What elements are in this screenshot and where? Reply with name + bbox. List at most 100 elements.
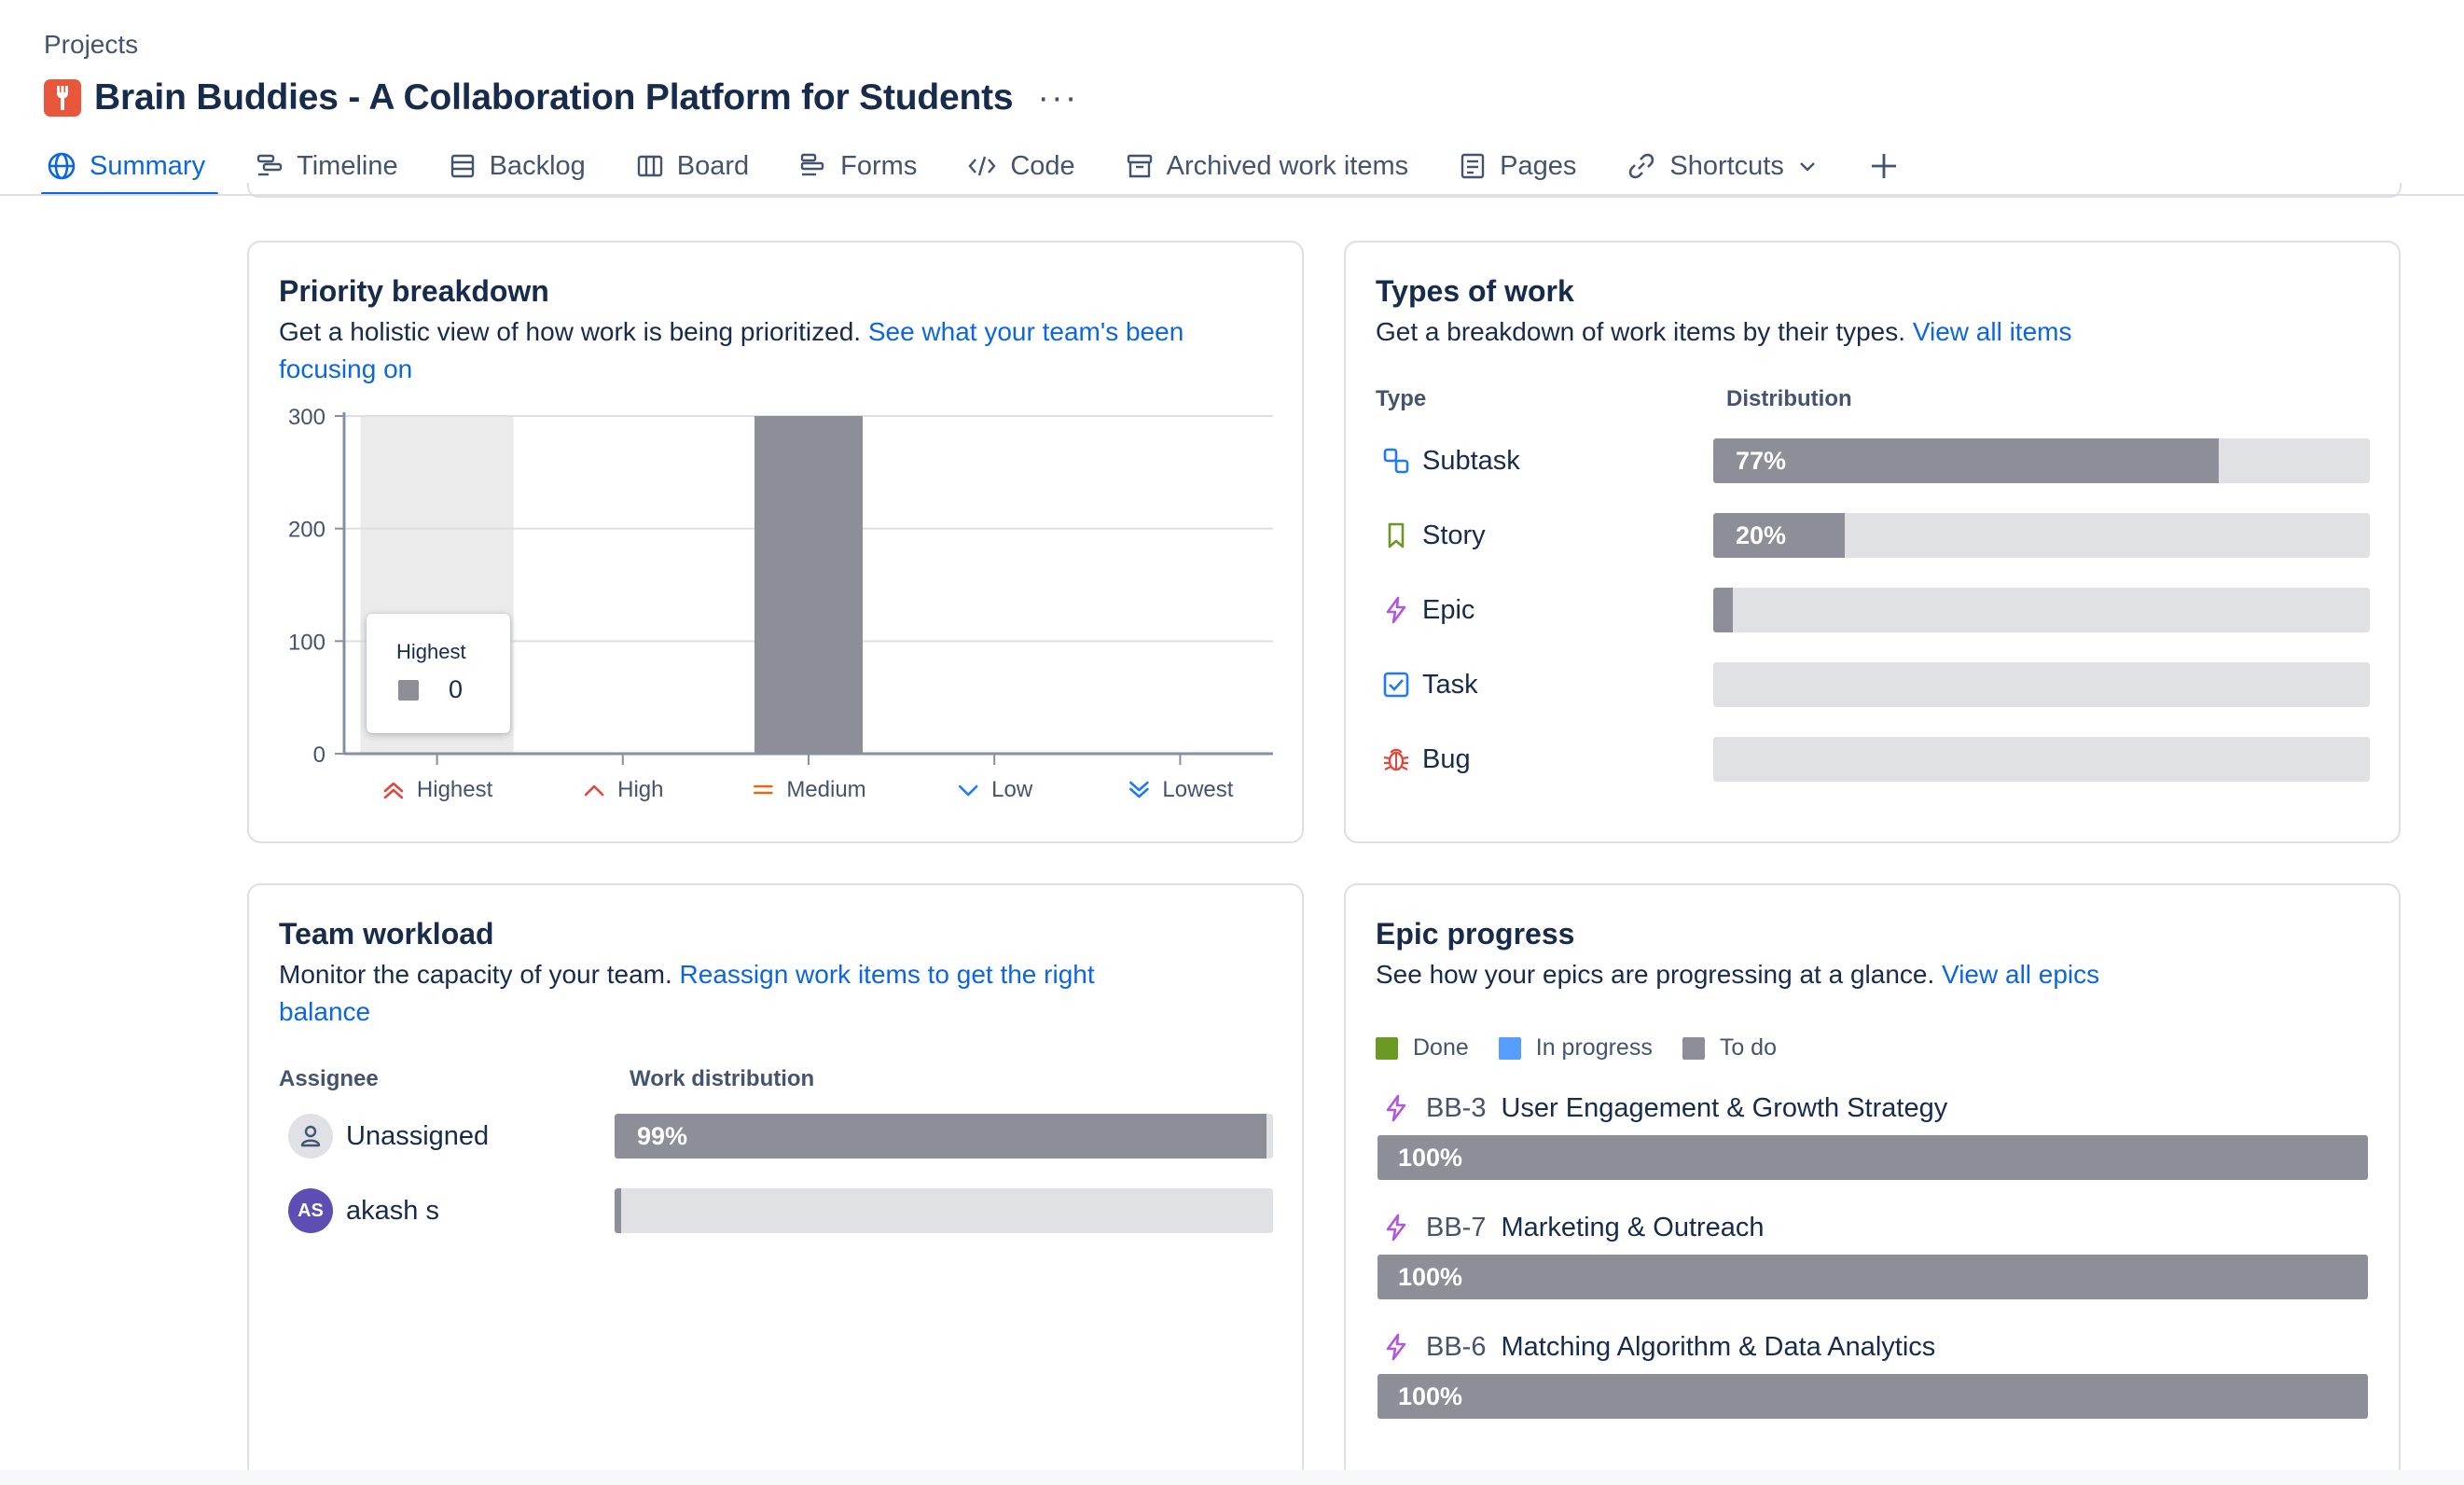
card-description: See how your epics are progressing at a …	[1376, 956, 2099, 993]
distribution-bar-story[interactable]: 20%	[1713, 513, 2370, 558]
priority-bar-chart: 0 100 200 300 Highest High Medium Low Lowest	[288, 405, 1273, 802]
assignee-name: akash s	[346, 1195, 439, 1226]
project-avatar-icon[interactable]	[44, 79, 81, 117]
epic-icon	[1386, 596, 1406, 624]
epic-title[interactable]: User Engagement & Growth Strategy	[1501, 1093, 1947, 1124]
x-tick-label: Low	[991, 777, 1033, 802]
view-all-items-link[interactable]: View all items	[1913, 317, 2072, 346]
epic-progress-bar-bb-6[interactable]: 100%	[1377, 1374, 2368, 1419]
priority-breakdown-card: Priority breakdown Get a holistic view o…	[247, 241, 1304, 843]
epic-percent: 100%	[1398, 1144, 1463, 1172]
distribution-bar-subtask[interactable]: 77%	[1713, 438, 2370, 483]
type-row-task[interactable]: Task	[1381, 662, 1478, 707]
epic-row-bb-6[interactable]: BB-6 Matching Algorithm & Data Analytics	[1381, 1328, 1935, 1366]
card-title: Types of work	[1376, 274, 1574, 308]
timeline-icon	[256, 154, 283, 176]
tab-label: Pages	[1500, 150, 1577, 181]
epic-progress-bar-bb-3[interactable]: 100%	[1377, 1135, 2368, 1180]
assignee-row-unassigned[interactable]: Unassigned	[288, 1113, 489, 1159]
reassign-link-cont[interactable]: balance	[279, 997, 370, 1026]
type-row-bug[interactable]: Bug	[1381, 737, 1471, 782]
epic-icon	[1386, 1333, 1406, 1361]
epic-title[interactable]: Marketing & Outreach	[1501, 1213, 1764, 1243]
workload-percent: 99%	[637, 1122, 688, 1150]
distribution-bar-epic[interactable]	[1713, 588, 2370, 632]
y-tick-label: 100	[288, 630, 325, 655]
description-text: Get a breakdown of work items by their t…	[1376, 317, 1913, 346]
workload-fill	[615, 1188, 622, 1233]
type-label: Epic	[1422, 594, 1475, 625]
type-label: Subtask	[1422, 445, 1520, 476]
card-description: Get a breakdown of work items by their t…	[1376, 313, 2071, 351]
reassign-link[interactable]: Reassign work items to get the right	[680, 960, 1095, 989]
priority-icon-stroke	[958, 784, 978, 797]
x-tick-label: Medium	[786, 777, 865, 802]
bug-icon	[1383, 748, 1409, 771]
legend-to-do: To do	[1682, 1034, 1777, 1062]
priority-lowest-icon	[1129, 781, 1149, 798]
assignee-name: Unassigned	[346, 1120, 490, 1151]
tooltip-label: Highest	[396, 640, 466, 663]
type-label: Bug	[1422, 743, 1471, 774]
priority-low-icon	[958, 784, 978, 797]
column-header-work-distribution: Work distribution	[630, 1066, 815, 1091]
card-description: Monitor the capacity of your team. Reass…	[279, 956, 1286, 1031]
epic-icon	[1386, 1214, 1406, 1242]
type-row-subtask[interactable]: Subtask	[1381, 438, 1520, 483]
distribution-bar-bug[interactable]	[1713, 737, 2370, 782]
epic-key: BB-7	[1426, 1212, 1487, 1242]
y-tick-label: 300	[288, 405, 325, 430]
description-text: Monitor the capacity of your team.	[279, 960, 680, 989]
epic-title[interactable]: Matching Algorithm & Data Analytics	[1501, 1332, 1935, 1363]
distribution-percent: 20%	[1736, 521, 1787, 549]
epic-key: BB-6	[1426, 1331, 1487, 1362]
legend-label: In progress	[1535, 1034, 1653, 1061]
bar-medium	[754, 416, 863, 754]
type-row-story[interactable]: Story	[1381, 513, 1486, 558]
distribution-bar-task[interactable]	[1713, 662, 2370, 707]
epic-progress-card: Epic progress See how your epics are pro…	[1344, 883, 2401, 1480]
column-header-type: Type	[1376, 386, 1427, 411]
legend-in-progress: In progress	[1498, 1034, 1653, 1062]
globe-icon	[48, 152, 76, 180]
distribution-fill	[1713, 588, 1734, 632]
assignee-row-akash[interactable]: AS akash s	[288, 1187, 439, 1234]
forms-icon	[800, 153, 824, 176]
code-icon	[968, 156, 996, 176]
epic-percent: 100%	[1398, 1263, 1463, 1291]
column-header-distribution: Distribution	[1726, 386, 1852, 411]
pages-icon	[1460, 153, 1485, 179]
plus-icon	[1871, 154, 1896, 178]
tab-label: Backlog	[489, 150, 586, 181]
y-tick-label: 200	[288, 518, 325, 543]
project-title-row: Brain Buddies - A Collaboration Platform…	[44, 75, 1078, 121]
tab-label: Archived work items	[1166, 150, 1409, 181]
project-header: Projects Brain Buddies - A Collaboration…	[0, 0, 2464, 196]
epic-progress-bar-bb-7[interactable]: 100%	[1377, 1255, 2368, 1299]
avatar: AS	[288, 1188, 333, 1233]
more-actions-button[interactable]: ···	[1037, 80, 1078, 116]
legend-swatch	[1498, 1036, 1521, 1060]
type-row-epic[interactable]: Epic	[1381, 588, 1474, 632]
x-tick-label: High	[617, 777, 663, 802]
page-bottom-strip	[0, 1470, 2464, 1485]
tab-summary[interactable]: Summary	[39, 142, 219, 196]
archive-icon	[1127, 154, 1152, 178]
epic-row-bb-3[interactable]: BB-3 User Engagement & Growth Strategy	[1381, 1089, 1947, 1127]
task-icon	[1383, 672, 1409, 698]
card-title: Epic progress	[1376, 917, 1575, 951]
priority-icon-stroke	[383, 788, 404, 799]
column-header-assignee: Assignee	[279, 1066, 379, 1091]
distribution-fill	[1713, 438, 2220, 483]
view-all-epics-link[interactable]: View all epics	[1942, 960, 2099, 989]
link-icon	[1629, 153, 1654, 179]
workload-bar-unassigned[interactable]: 99%	[615, 1114, 1273, 1159]
breadcrumb[interactable]: Projects	[44, 30, 138, 60]
distribution-percent: 77%	[1736, 447, 1787, 475]
legend-label: To do	[1719, 1034, 1777, 1061]
tab-label: Summary	[90, 150, 206, 181]
epic-row-bb-7[interactable]: BB-7 Marketing & Outreach	[1381, 1209, 1765, 1246]
workload-bar-akash[interactable]	[615, 1188, 1273, 1233]
epic-icon	[1386, 1094, 1406, 1122]
epic-legend: Done In progress To do	[1376, 1034, 1806, 1062]
